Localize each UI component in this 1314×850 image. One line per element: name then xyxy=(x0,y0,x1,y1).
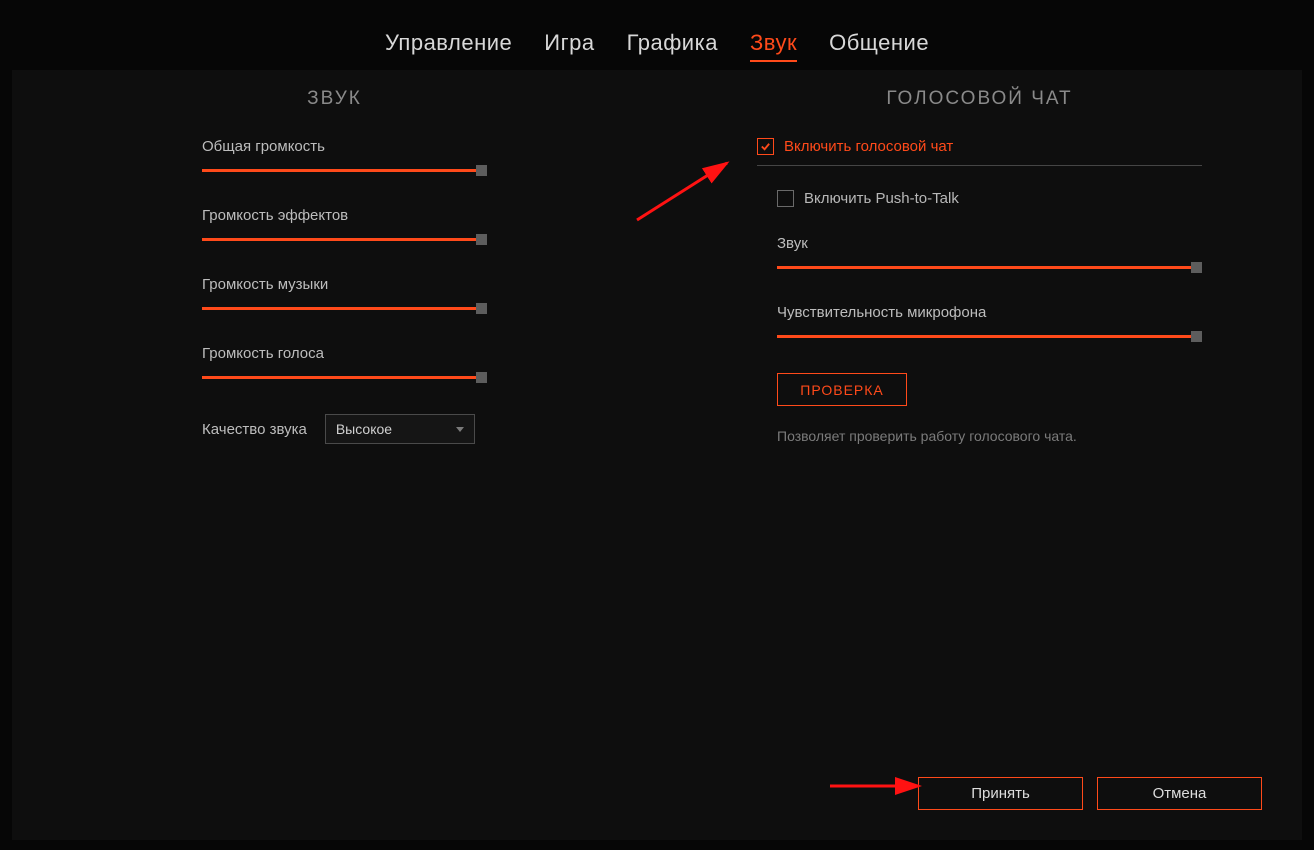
cancel-button[interactable]: Отмена xyxy=(1097,777,1262,810)
tab-sound[interactable]: Звук xyxy=(750,30,797,62)
voice-chat-column: ГОЛОСОВОЙ ЧАТ Включить голосовой чат Вкл… xyxy=(657,88,1302,444)
slider-label: Общая громкость xyxy=(202,138,487,155)
checkbox-icon xyxy=(757,138,774,155)
sound-quality-dropdown[interactable]: Высокое xyxy=(325,414,475,444)
mic-sensitivity-slider[interactable] xyxy=(777,331,1202,343)
sound-quality-label: Качество звука xyxy=(202,421,307,438)
slider-voice-sound: Звук xyxy=(697,235,1262,274)
divider xyxy=(757,165,1202,166)
sound-quality-value: Высокое xyxy=(336,421,392,437)
music-volume-slider[interactable] xyxy=(202,303,487,315)
push-to-talk-checkbox[interactable]: Включить Push-to-Talk xyxy=(777,190,1202,207)
footer-buttons: Принять Отмена xyxy=(918,777,1262,810)
effects-volume-slider[interactable] xyxy=(202,234,487,246)
slider-label: Чувствительность микрофона xyxy=(777,304,1202,321)
slider-label: Громкость голоса xyxy=(202,345,487,362)
settings-panel: ЗВУК Общая громкость Громкость эффектов … xyxy=(12,70,1302,840)
slider-effects-volume: Громкость эффектов xyxy=(52,207,617,246)
checkbox-icon xyxy=(777,190,794,207)
slider-label: Звук xyxy=(777,235,1202,252)
sound-quality-row: Качество звука Высокое xyxy=(52,414,617,444)
slider-label: Громкость музыки xyxy=(202,276,487,293)
voice-chat-section-title: ГОЛОСОВОЙ ЧАТ xyxy=(697,88,1262,110)
slider-music-volume: Громкость музыки xyxy=(52,276,617,315)
tab-game[interactable]: Игра xyxy=(544,30,594,62)
chevron-down-icon xyxy=(456,427,464,432)
annotation-arrow-icon xyxy=(827,776,927,796)
slider-overall-volume: Общая громкость xyxy=(52,138,617,177)
slider-mic-sensitivity: Чувствительность микрофона xyxy=(697,304,1262,343)
voice-test-description: Позволяет проверить работу голосового ча… xyxy=(777,428,1262,444)
slider-voice-volume: Громкость голоса xyxy=(52,345,617,384)
sound-column: ЗВУК Общая громкость Громкость эффектов … xyxy=(12,88,657,444)
tab-graphics[interactable]: Графика xyxy=(627,30,718,62)
slider-label: Громкость эффектов xyxy=(202,207,487,224)
accept-button[interactable]: Принять xyxy=(918,777,1083,810)
enable-voice-chat-checkbox[interactable]: Включить голосовой чат xyxy=(757,138,1202,155)
voice-test-button[interactable]: ПРОВЕРКА xyxy=(777,373,907,406)
overall-volume-slider[interactable] xyxy=(202,165,487,177)
tab-controls[interactable]: Управление xyxy=(385,30,512,62)
enable-voice-chat-label: Включить голосовой чат xyxy=(784,138,953,155)
voice-sound-slider[interactable] xyxy=(777,262,1202,274)
tab-communication[interactable]: Общение xyxy=(829,30,929,62)
settings-tabs: Управление Игра Графика Звук Общение xyxy=(0,0,1314,74)
voice-volume-slider[interactable] xyxy=(202,372,487,384)
sound-section-title: ЗВУК xyxy=(52,88,617,110)
push-to-talk-label: Включить Push-to-Talk xyxy=(804,190,959,207)
